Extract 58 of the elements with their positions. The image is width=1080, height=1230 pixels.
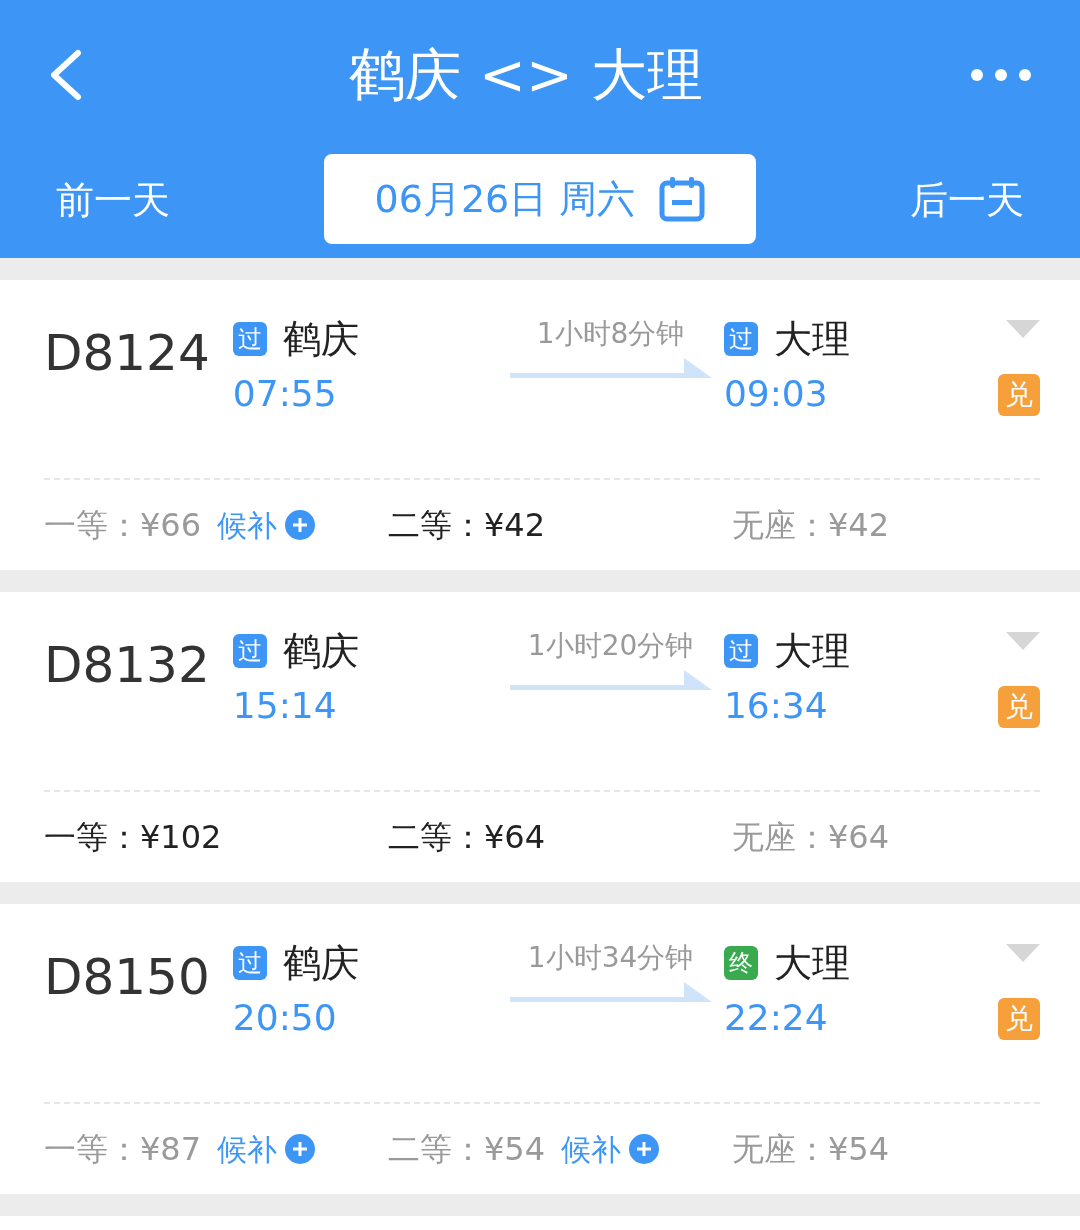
seat-price: 二等：¥42 — [388, 505, 546, 546]
train-number: D8132 — [44, 635, 211, 696]
station-badge: 过 — [232, 634, 267, 668]
seat-price: 一等：¥66 — [44, 505, 202, 546]
exchange-badge: 兑 — [998, 998, 1040, 1040]
station-badge: 过 — [723, 634, 758, 668]
waitlist-button[interactable]: 候补 — [217, 502, 316, 548]
train-card[interactable]: D8150 过 鹤庆 20:50 1小时34分钟 终 大理 22:24 兑 一等：¥87 候补 二等：¥54 候补 无座：¥54 — [0, 904, 1080, 1194]
train-card[interactable]: D8132 过 鹤庆 15:14 1小时20分钟 过 大理 16:34 兑 一等：¥102 二等：¥64 无座：¥64 — [0, 592, 1080, 882]
station-name: 鹤庆 — [282, 944, 359, 982]
duration-label: 1小时20分钟 — [527, 632, 694, 660]
duration-label: 1小时8分钟 — [536, 320, 685, 348]
arrow-icon — [509, 668, 712, 692]
page-title: 鹤庆 <> 大理 — [349, 41, 703, 109]
station-name: 鹤庆 — [282, 320, 359, 358]
seat-price: 二等：¥54 — [388, 1129, 546, 1170]
seat-price: 无座：¥42 — [732, 505, 890, 546]
time-label: 22:24 — [723, 1000, 829, 1036]
station-badge: 过 — [232, 946, 267, 980]
station-badge: 终 — [723, 946, 758, 980]
station-badge: 过 — [232, 322, 267, 356]
station-name: 大理 — [773, 944, 850, 982]
train-number: D8124 — [44, 323, 211, 384]
plus-icon — [629, 1134, 660, 1164]
more-icon[interactable] — [970, 68, 1032, 82]
plus-icon — [285, 1134, 316, 1164]
time-label: 16:34 — [723, 688, 829, 724]
arrow-icon — [509, 356, 712, 380]
arrow-icon — [509, 980, 712, 1004]
next-day-button[interactable]: 后一天 — [910, 172, 1024, 229]
waitlist-button[interactable]: 候补 — [561, 1126, 660, 1172]
time-label: 09:03 — [723, 376, 829, 412]
time-label: 15:14 — [232, 688, 338, 724]
seat-price: 一等：¥87 — [44, 1129, 202, 1170]
dropdown-icon[interactable] — [1006, 320, 1040, 338]
date-picker[interactable]: 06月26日 周六 — [324, 154, 756, 244]
station-badge: 过 — [723, 322, 758, 356]
waitlist-button[interactable]: 候补 — [217, 1126, 316, 1172]
station-name: 大理 — [773, 632, 850, 670]
dropdown-icon[interactable] — [1006, 632, 1040, 650]
seat-price: 无座：¥64 — [732, 817, 890, 858]
station-name: 大理 — [773, 320, 850, 358]
exchange-badge: 兑 — [998, 686, 1040, 728]
dropdown-icon[interactable] — [1006, 944, 1040, 962]
train-card[interactable]: D8124 过 鹤庆 07:55 1小时8分钟 过 大理 09:03 兑 一等：¥66 候补 二等：¥42 无座：¥42 — [0, 280, 1080, 570]
seat-price: 无座：¥54 — [732, 1129, 890, 1170]
time-label: 20:50 — [232, 1000, 338, 1036]
seat-price: 二等：¥64 — [388, 817, 546, 858]
duration-label: 1小时34分钟 — [527, 944, 694, 972]
plus-icon — [285, 510, 316, 540]
time-label: 07:55 — [232, 376, 338, 412]
prev-day-button[interactable]: 前一天 — [56, 172, 170, 229]
back-icon[interactable] — [48, 49, 82, 101]
seat-price: 一等：¥102 — [44, 817, 222, 858]
train-number: D8150 — [44, 947, 211, 1008]
calendar-icon — [659, 176, 706, 222]
exchange-badge: 兑 — [998, 374, 1040, 416]
station-name: 鹤庆 — [282, 632, 359, 670]
